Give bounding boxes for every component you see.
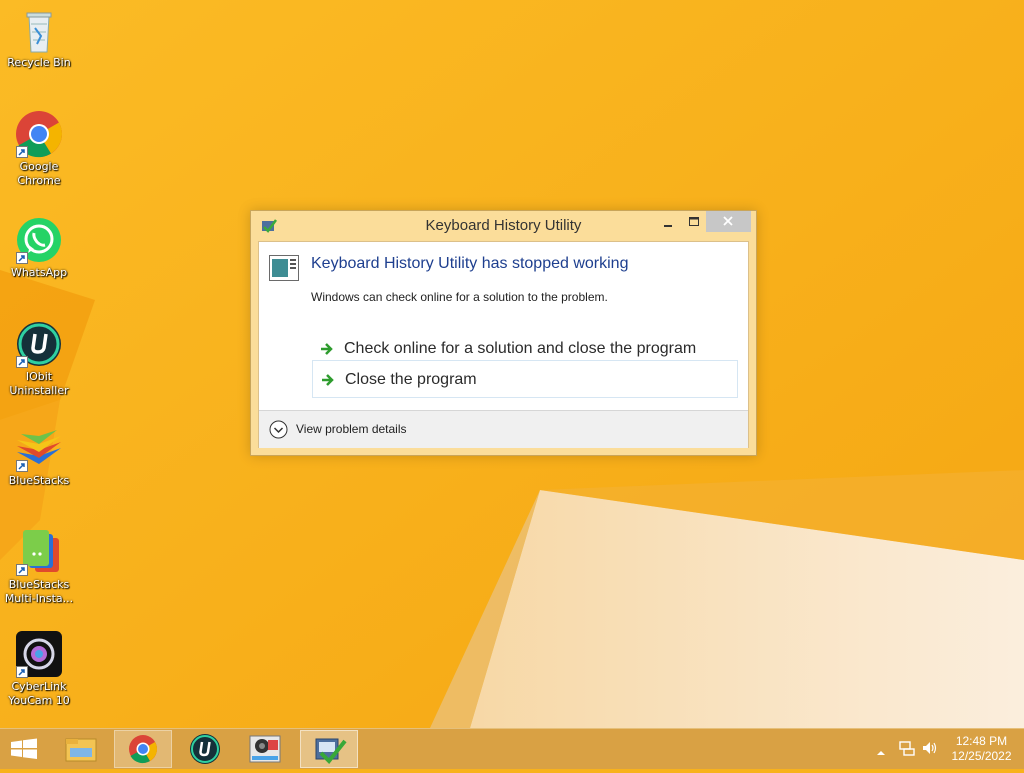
error-heading: Keyboard History Utility has stopped wor… xyxy=(311,255,629,272)
chrome-icon xyxy=(129,735,157,764)
taskbar-file-explorer[interactable] xyxy=(56,730,106,768)
iobit-uninstaller-icon xyxy=(15,320,63,368)
network-icon[interactable] xyxy=(898,740,916,760)
desktop-icon-label: Google Chrome xyxy=(17,160,61,187)
shortcut-arrow-icon xyxy=(16,146,28,158)
view-problem-details-link[interactable]: View problem details xyxy=(296,422,407,436)
bluestacks-icon xyxy=(15,424,63,472)
taskbar-iobit-uninstaller[interactable] xyxy=(178,730,232,768)
program-window-icon xyxy=(269,255,299,281)
error-message: Windows can check online for a solution … xyxy=(311,290,608,304)
taskbar: 12:48 PM 12/25/2022 xyxy=(0,728,1024,769)
dialog-titlebar[interactable]: Keyboard History Utility xyxy=(251,211,756,241)
start-button[interactable] xyxy=(0,730,48,768)
chrome-icon xyxy=(15,110,63,158)
close-program-label: Close the program xyxy=(345,371,477,388)
green-arrow-icon xyxy=(320,342,334,356)
shortcut-arrow-icon xyxy=(16,460,28,472)
volume-icon[interactable] xyxy=(921,740,939,760)
taskbar-chrome[interactable] xyxy=(114,730,172,768)
media-app-icon xyxy=(249,735,281,763)
desktop-icon-label: BlueStacks Multi-Insta... xyxy=(4,578,74,605)
cyberlink-youcam-icon xyxy=(15,630,63,678)
close-button[interactable] xyxy=(706,211,751,232)
shortcut-arrow-icon xyxy=(16,356,28,368)
desktop-icon-cyberlink-youcam[interactable]: CyberLink YouCam 10 xyxy=(2,630,76,708)
close-program-button[interactable]: Close the program xyxy=(312,360,738,398)
dialog-footer: View problem details xyxy=(259,410,748,448)
shortcut-arrow-icon xyxy=(16,252,28,264)
desktop-icon-iobit-uninstaller[interactable]: IObit Uninstaller xyxy=(2,320,76,398)
green-arrow-icon xyxy=(321,373,335,387)
iobit-uninstaller-icon xyxy=(190,734,220,764)
shortcut-arrow-icon xyxy=(16,564,28,576)
desktop-icon-label: Recycle Bin xyxy=(7,56,71,69)
taskbar-keyboard-history-utility[interactable] xyxy=(300,730,358,768)
bluestacks-multi-instance-icon xyxy=(15,528,63,576)
dialog-content: Keyboard History Utility has stopped wor… xyxy=(258,241,749,448)
whatsapp-icon xyxy=(15,216,63,264)
desktop-icon-google-chrome[interactable]: Google Chrome xyxy=(2,110,76,188)
chevron-down-icon[interactable] xyxy=(269,420,288,439)
desktop-icon-label: BlueStacks xyxy=(8,474,70,487)
clock-time: 12:48 PM xyxy=(955,734,1008,748)
show-hidden-icons-button[interactable] xyxy=(875,743,887,762)
desktop-icon-bluestacks[interactable]: BlueStacks xyxy=(2,424,76,488)
desktop-icon-whatsapp[interactable]: WhatsApp xyxy=(2,216,76,280)
recycle-bin-icon xyxy=(15,6,63,54)
maximize-button[interactable] xyxy=(681,211,707,232)
desktop-icon-recycle-bin[interactable]: Recycle Bin xyxy=(2,6,76,70)
taskbar-media-app[interactable] xyxy=(238,730,292,768)
check-online-label: Check online for a solution and close th… xyxy=(344,340,697,357)
minimize-button[interactable] xyxy=(655,211,681,232)
desktop-icon-bluestacks-multi-instance[interactable]: BlueStacks Multi-Insta... xyxy=(2,528,76,606)
desktop-icon-label: WhatsApp xyxy=(10,266,68,279)
desktop-icon-label: CyberLink YouCam 10 xyxy=(8,680,70,707)
clock-date: 12/25/2022 xyxy=(951,749,1012,763)
chevron-up-icon xyxy=(877,751,885,755)
desktop-icon-label: IObit Uninstaller xyxy=(9,370,69,397)
system-clock[interactable]: 12:48 PM 12/25/2022 xyxy=(944,734,1019,764)
shortcut-arrow-icon xyxy=(16,666,28,678)
keyboard-history-utility-icon xyxy=(315,738,347,764)
start-icon xyxy=(11,738,37,759)
error-dialog: Keyboard History Utility Keyboard Histor… xyxy=(250,210,757,456)
file-explorer-icon xyxy=(65,738,97,762)
